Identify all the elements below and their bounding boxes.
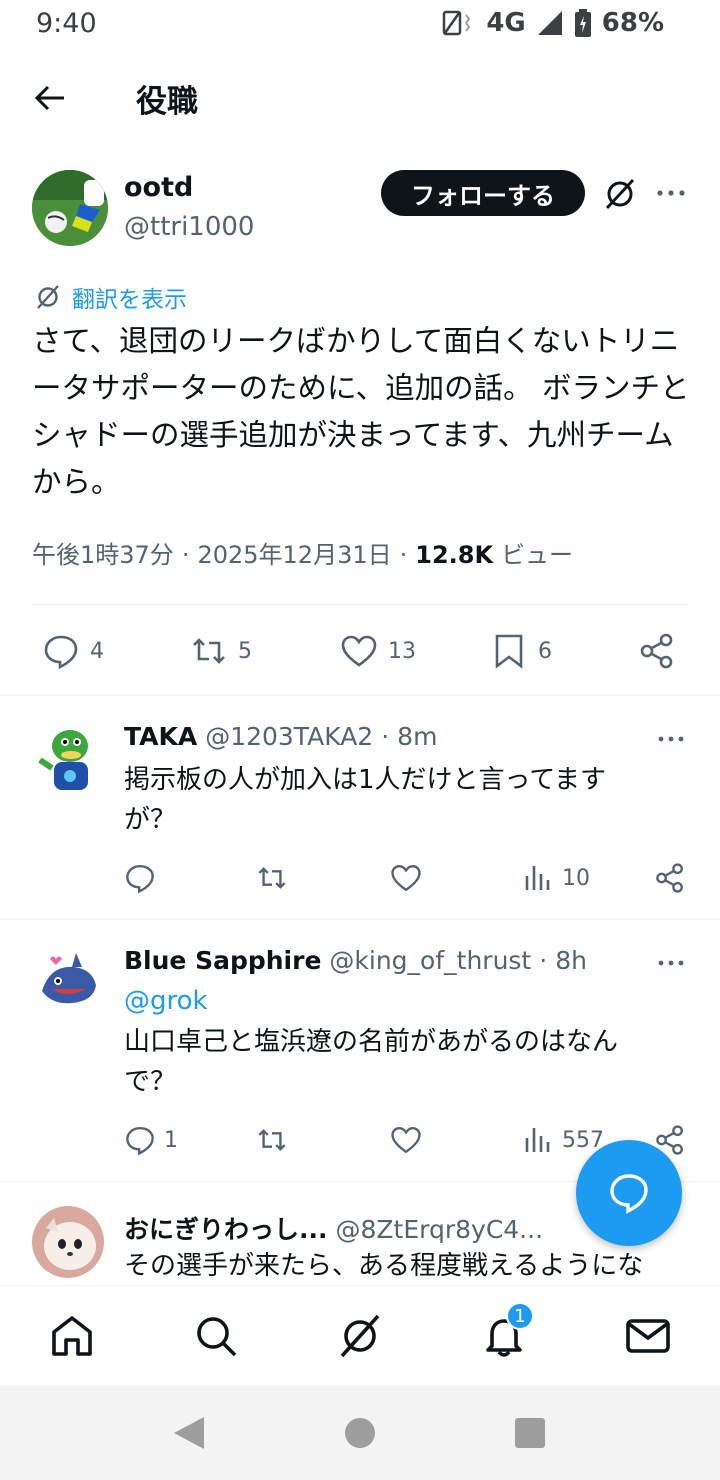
views-icon [525,1128,550,1152]
reply-author-handle[interactable]: @8ZtErqr8yC4... [336,1215,544,1244]
grok-nav-icon[interactable] [336,1312,384,1360]
author-handle[interactable]: @ttri1000 [124,212,254,242]
reply-reply-action[interactable]: 1 [124,1124,178,1156]
bookmark-icon [495,634,523,669]
reply-reply-action[interactable] [124,862,156,894]
divider [0,695,720,696]
author-name[interactable]: ootd [124,172,193,203]
reply-text: 山口卓己と塩浜遼の名前があがるのはなんで？ [124,1027,619,1097]
reply-author-handle[interactable]: @1203TAKA2 [205,722,373,751]
share-icon [640,633,673,669]
reply-views-action[interactable]: 10 [522,862,590,894]
speech-bubble-icon [610,1174,648,1214]
system-back-icon[interactable] [172,1415,206,1451]
views-icon [525,866,550,890]
messages-envelope-icon[interactable] [624,1312,672,1360]
retweet-icon [258,1129,286,1151]
retweet-icon [258,867,286,889]
reply-avatar[interactable] [32,722,104,794]
page-title: 役職 [136,84,198,120]
network-type: 4G [486,8,526,38]
battery-percent: 68% [601,8,664,38]
tweet-date: 2025年12月31日 [197,541,392,569]
bookmark-count: 6 [538,638,552,664]
compose-reply-button[interactable] [576,1140,682,1246]
reply-time: 8h [555,946,587,975]
views-count: 10 [562,865,590,891]
like-action[interactable]: 13 [340,632,416,670]
reply-count: 1 [164,1127,178,1153]
more-options-icon[interactable] [654,176,688,210]
tweet-text: さて、退団のリークばかりして面白くないトリニータサポーターのために、追加の話。 … [32,324,690,499]
reply-time: 8m [397,722,438,751]
reply-more-icon[interactable] [656,948,686,978]
reply-header: TAKA @1203TAKA2 · 8m [124,722,438,751]
reply-author-name[interactable]: Blue Sapphire [124,946,321,975]
reply-icon [126,865,154,894]
status-time: 9:40 [36,8,97,39]
heart-icon [341,635,377,667]
views-label: ビュー [501,541,574,569]
bookmark-action[interactable]: 6 [490,632,552,670]
retweet-action[interactable]: 5 [190,632,252,670]
system-nav-bar [0,1385,720,1480]
battery-icon [574,9,591,37]
bottom-nav [0,1285,720,1385]
reply-more-icon[interactable] [656,724,686,754]
home-icon[interactable] [48,1312,96,1360]
reply-views-action[interactable]: 557 [522,1124,604,1156]
share-icon [656,863,683,893]
grok-icon[interactable] [602,176,638,212]
notifications-badge: 1 [506,1302,534,1330]
tweet-meta: 午後1時37分 · 2025年12月31日 · 12.8K ビュー [32,535,573,570]
reply-retweet-action[interactable] [256,1124,288,1156]
reply-avatar[interactable] [32,1206,104,1278]
reply-like-action[interactable] [390,862,422,894]
reply-author-name[interactable]: おにぎりわっし... [124,1210,328,1246]
author-avatar[interactable] [32,170,108,246]
translate-link[interactable]: 翻訳を表示 [34,280,187,314]
reply-text: 掲示板の人が加入は1人だけと言ってますが？ [124,765,606,835]
reply-count: 4 [90,638,104,664]
reply-author-name[interactable]: TAKA [124,722,197,751]
reply-like-action[interactable] [390,1124,422,1156]
reply-author-handle[interactable]: @king_of_thrust [329,946,531,975]
divider [32,604,688,605]
status-icons: 4G 68% [442,8,664,38]
heart-icon [391,865,421,892]
retweet-icon [193,638,225,664]
system-recents-icon[interactable] [514,1417,546,1449]
reply-header: Blue Sapphire @king_of_thrust · 8h [124,946,587,975]
system-home-icon[interactable] [344,1417,376,1449]
divider [0,919,720,920]
follow-button[interactable]: フォローする [381,170,585,216]
vibrate-icon [443,10,471,36]
reply-header: おにぎりわっし... @8ZtErqr8yC4... [124,1210,543,1246]
translate-label[interactable]: 翻訳を表示 [72,280,187,314]
grok-small-icon [37,285,59,309]
reply-icon [44,635,78,670]
reply-retweet-action[interactable] [256,862,288,894]
search-icon[interactable] [192,1312,240,1360]
like-count: 13 [388,638,416,664]
reply-icon [126,1127,154,1156]
share-action[interactable] [638,632,676,670]
reply-share-action[interactable] [654,862,686,894]
views-count: 12.8K [415,541,494,569]
back-arrow-icon[interactable] [32,80,68,116]
retweet-count: 5 [238,638,252,664]
reply-action[interactable]: 4 [42,632,104,670]
signal-icon [537,11,562,35]
grok-mention-link[interactable]: @grok [124,986,208,1016]
heart-icon [391,1127,421,1154]
reply-text: その選手が来たら、ある程度戦えるようにな [124,1251,644,1281]
tweet-time: 午後1時37分 [32,541,174,569]
reply-avatar[interactable] [32,945,104,1017]
